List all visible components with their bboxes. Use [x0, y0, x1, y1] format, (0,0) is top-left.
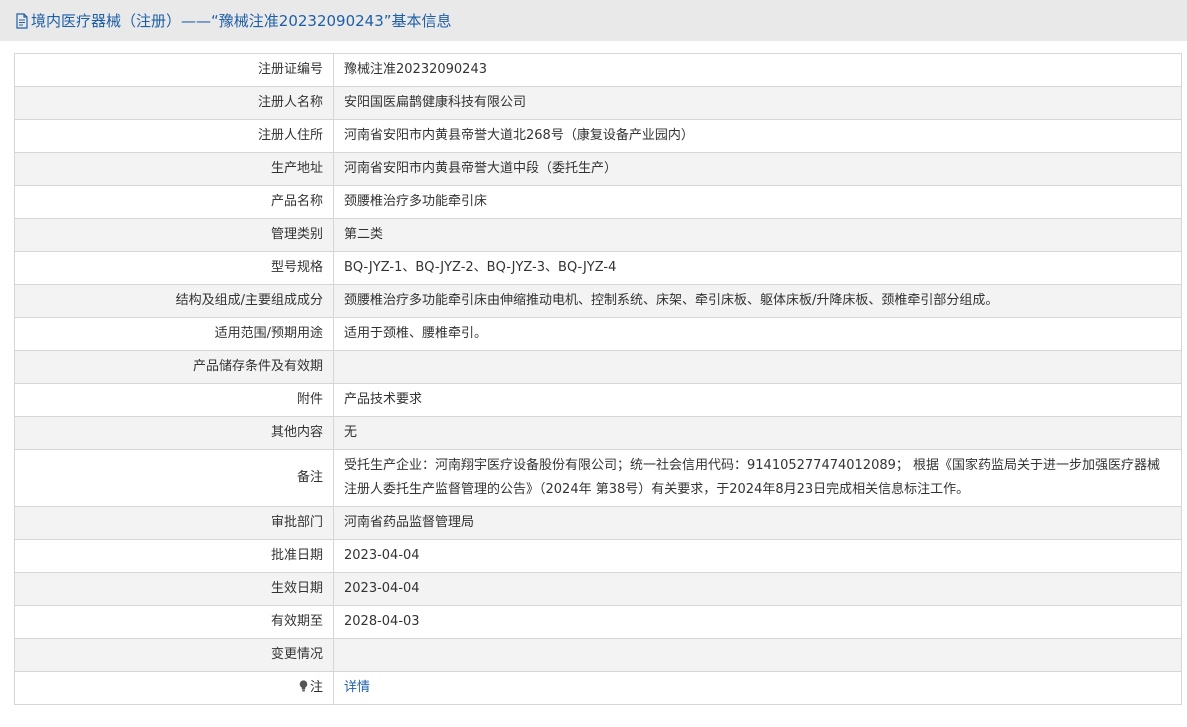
row-value-model-spec: BQ-JYZ-1、BQ-JYZ-2、BQ-JYZ-3、BQ-JYZ-4	[333, 251, 1182, 285]
table-row: 管理类别 第二类	[14, 218, 1182, 252]
table-row: 审批部门 河南省药品监督管理局	[14, 506, 1182, 540]
row-label-registration-number: 注册证编号	[14, 53, 334, 87]
row-label-model-spec: 型号规格	[14, 251, 334, 285]
page-title: 境内医疗器械（注册）——“豫械注准20232090243”基本信息	[31, 12, 452, 30]
note-label: 注	[309, 680, 323, 695]
page: 境内医疗器械（注册）——“豫械注准20232090243”基本信息 注册证编号 …	[0, 0, 1187, 727]
table-row: 注册人名称 安阳国医扁鹊健康科技有限公司	[14, 86, 1182, 120]
row-label-registrant-name: 注册人名称	[14, 86, 334, 120]
details-link[interactable]: 详情	[344, 680, 370, 695]
table-row: 适用范围/预期用途 适用于颈椎、腰椎牵引。	[14, 317, 1182, 351]
row-value-valid-until: 2028-04-03	[333, 605, 1182, 639]
table-row: 有效期至 2028-04-03	[14, 605, 1182, 639]
row-value-remarks: 受托生产企业：河南翔宇医疗设备股份有限公司；统一社会信用代码：914105277…	[333, 449, 1182, 507]
row-label-product-name: 产品名称	[14, 185, 334, 219]
table-row: 注 详情	[14, 671, 1182, 705]
row-label-approval-date: 批准日期	[14, 539, 334, 573]
table-row: 产品储存条件及有效期	[14, 350, 1182, 384]
row-label-registrant-address: 注册人住所	[14, 119, 334, 153]
row-value-management-category: 第二类	[333, 218, 1182, 252]
row-value-change-history	[333, 638, 1182, 672]
row-value-intended-use: 适用于颈椎、腰椎牵引。	[333, 317, 1182, 351]
table-row: 注册证编号 豫械注准20232090243	[14, 53, 1182, 87]
row-value-approval-department: 河南省药品监督管理局	[333, 506, 1182, 540]
row-label-valid-until: 有效期至	[14, 605, 334, 639]
table-row: 生效日期 2023-04-04	[14, 572, 1182, 606]
row-label-storage-validity: 产品储存条件及有效期	[14, 350, 334, 384]
table-row: 产品名称 颈腰椎治疗多功能牵引床	[14, 185, 1182, 219]
table-row: 附件 产品技术要求	[14, 383, 1182, 417]
row-value-storage-validity	[333, 350, 1182, 384]
detail-table: 注册证编号 豫械注准20232090243 注册人名称 安阳国医扁鹊健康科技有限…	[14, 53, 1182, 705]
table-row: 型号规格 BQ-JYZ-1、BQ-JYZ-2、BQ-JYZ-3、BQ-JYZ-4	[14, 251, 1182, 285]
row-label-approval-department: 审批部门	[14, 506, 334, 540]
row-label-effective-date: 生效日期	[14, 572, 334, 606]
row-label-structure-composition: 结构及组成/主要组成成分	[14, 284, 334, 318]
row-value-registrant-address: 河南省安阳市内黄县帝誉大道北268号（康复设备产业园内）	[333, 119, 1182, 153]
row-value-effective-date: 2023-04-04	[333, 572, 1182, 606]
row-value-registration-number: 豫械注准20232090243	[333, 53, 1182, 87]
table-row: 其他内容 无	[14, 416, 1182, 450]
table-row: 结构及组成/主要组成成分 颈腰椎治疗多功能牵引床由伸缩推动电机、控制系统、床架、…	[14, 284, 1182, 318]
table-row: 备注 受托生产企业：河南翔宇医疗设备股份有限公司；统一社会信用代码：914105…	[14, 449, 1182, 507]
page-title-bar: 境内医疗器械（注册）——“豫械注准20232090243”基本信息	[0, 0, 1187, 41]
table-row: 生产地址 河南省安阳市内黄县帝誉大道中段（委托生产）	[14, 152, 1182, 186]
row-value-attachment: 产品技术要求	[333, 383, 1182, 417]
row-value-note: 详情	[333, 671, 1182, 705]
row-value-structure-composition: 颈腰椎治疗多功能牵引床由伸缩推动电机、控制系统、床架、牵引床板、躯体床板/升降床…	[333, 284, 1182, 318]
row-value-other-content: 无	[333, 416, 1182, 450]
row-value-product-name: 颈腰椎治疗多功能牵引床	[333, 185, 1182, 219]
row-label-other-content: 其他内容	[14, 416, 334, 450]
document-icon	[16, 12, 28, 29]
row-label-remarks: 备注	[14, 449, 334, 507]
row-value-registrant-name: 安阳国医扁鹊健康科技有限公司	[333, 86, 1182, 120]
row-label-production-address: 生产地址	[14, 152, 334, 186]
row-label-change-history: 变更情况	[14, 638, 334, 672]
row-value-production-address: 河南省安阳市内黄县帝誉大道中段（委托生产）	[333, 152, 1182, 186]
row-label-intended-use: 适用范围/预期用途	[14, 317, 334, 351]
table-row: 变更情况	[14, 638, 1182, 672]
lightbulb-icon	[299, 680, 308, 692]
row-value-approval-date: 2023-04-04	[333, 539, 1182, 573]
table-row: 注册人住所 河南省安阳市内黄县帝誉大道北268号（康复设备产业园内）	[14, 119, 1182, 153]
row-label-note: 注	[14, 671, 334, 705]
row-label-attachment: 附件	[14, 383, 334, 417]
row-label-management-category: 管理类别	[14, 218, 334, 252]
table-row: 批准日期 2023-04-04	[14, 539, 1182, 573]
